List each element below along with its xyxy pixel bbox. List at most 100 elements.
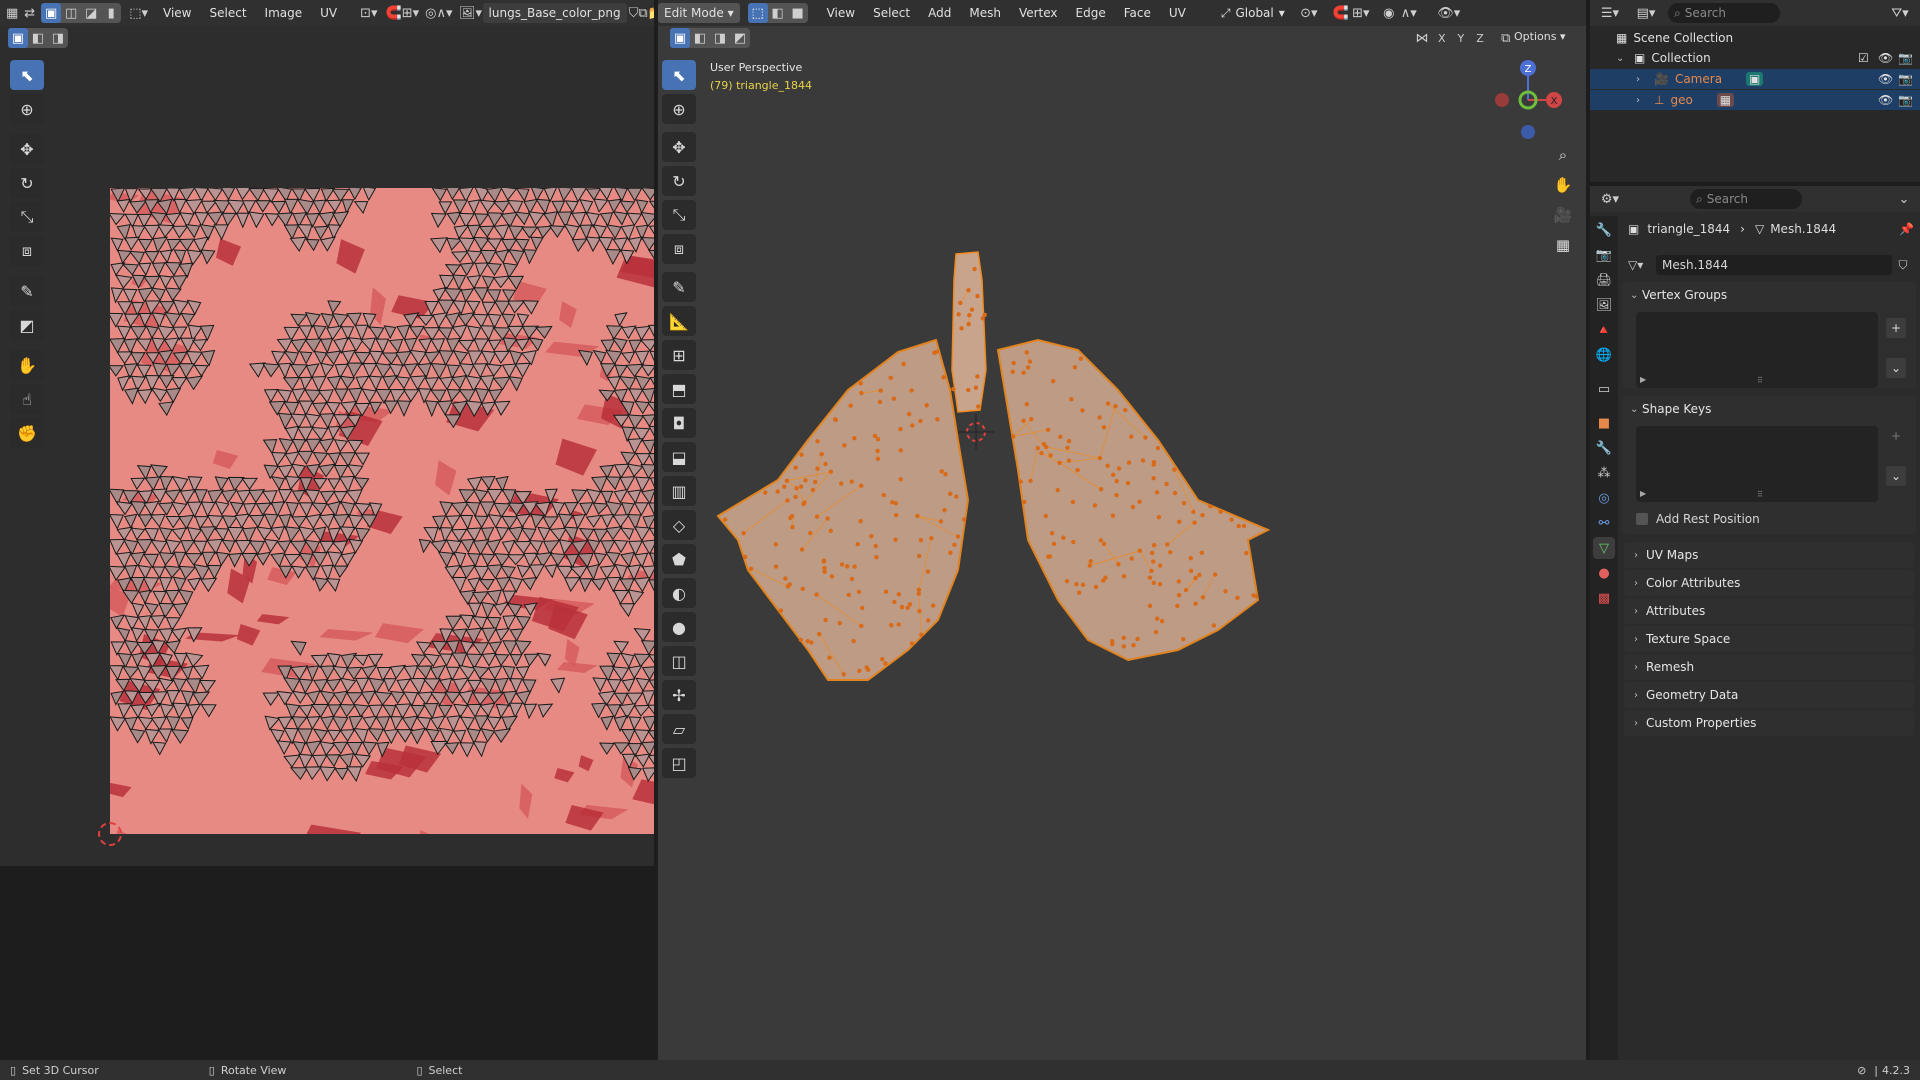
mirror-icon[interactable]: ⋈ [1412, 28, 1432, 48]
material-tab-icon[interactable]: ● [1593, 562, 1615, 584]
uv-tool-grab-icon[interactable]: ✋ [10, 350, 44, 380]
add-vertex-group-button[interactable]: + [1886, 318, 1906, 338]
shape-keys-header[interactable]: ⌄ Shape Keys [1622, 396, 1916, 422]
tool-rotate-icon[interactable]: ↻ [662, 166, 696, 196]
uv-tool-move-icon[interactable]: ✥ [10, 134, 44, 164]
uv-select-extend-icon[interactable]: ◧ [28, 28, 48, 48]
axis-z-toggle[interactable]: Z [1476, 32, 1484, 45]
viewport-menu-view[interactable]: View [818, 0, 864, 26]
uv-tool-cursor-icon[interactable]: ⊕ [10, 94, 44, 124]
add-shape-key-button[interactable]: + [1886, 426, 1906, 446]
scene-collection-row[interactable]: ▦ Scene Collection [1590, 28, 1920, 48]
mesh-browse-icon[interactable]: ▽▾ [1628, 258, 1656, 272]
new-image-icon[interactable]: ⧉ [638, 3, 647, 23]
texture-tab-icon[interactable]: ▩ [1593, 587, 1615, 609]
fake-user-shield-icon[interactable]: ⛉ [1892, 258, 1914, 273]
viewport-proportional-icon[interactable]: ◉ [1379, 3, 1399, 23]
uv-tool-transform-icon[interactable]: ⧈ [10, 236, 44, 266]
face-mode-icon[interactable]: ■ [788, 3, 808, 23]
tool-move-icon[interactable]: ✥ [662, 132, 696, 162]
object-tab-icon[interactable]: ■ [1593, 412, 1615, 434]
viewport-snap-icon[interactable]: 🧲 [1331, 3, 1351, 23]
uv-select-subtract-icon[interactable]: ◨ [48, 28, 68, 48]
shape-keys-menu-button[interactable]: ⌄ [1886, 466, 1906, 486]
auto-merge-icon[interactable]: ⧉ [1496, 28, 1516, 48]
camera-render-icon[interactable]: 📷 [1898, 72, 1913, 86]
viewport-zoom-icon[interactable]: ⌕ [1550, 142, 1576, 168]
chevron-right-icon[interactable]: › [1636, 95, 1648, 106]
output-tab-icon[interactable]: 🖨 [1593, 269, 1615, 291]
snap-icon[interactable]: 🧲 [386, 3, 402, 23]
vertex-groups-menu-button[interactable]: ⌄ [1886, 358, 1906, 378]
world-tab-icon[interactable]: 🌐 [1593, 344, 1615, 366]
tool-tab-icon[interactable]: 🔧 [1593, 219, 1615, 241]
proportional-edit-icon[interactable]: ◎ [425, 3, 436, 23]
collection-tab-icon[interactable]: ▭ [1593, 378, 1615, 400]
outliner-type-icon[interactable]: ☰▾ [1600, 3, 1620, 23]
image-name-field[interactable]: lungs_Base_color_png [482, 3, 627, 23]
vertex-select-icon[interactable]: ▣ [41, 3, 62, 23]
panel-geometry-data[interactable]: › Geometry Data [1624, 682, 1914, 708]
collection-eye-icon[interactable]: 👁 [1878, 51, 1893, 65]
edge-mode-icon[interactable]: ◧ [768, 3, 788, 23]
modifier-tab-icon[interactable]: 🔧 [1593, 437, 1615, 459]
fake-user-icon[interactable]: ⛉ [629, 3, 639, 23]
uv-tool-rip-icon[interactable]: ◩ [10, 310, 44, 340]
panel-attributes[interactable]: › Attributes [1624, 598, 1914, 624]
properties-type-icon[interactable]: ⚙▾ [1600, 189, 1620, 209]
viewport-menu-vertex[interactable]: Vertex [1010, 0, 1067, 26]
render-tab-icon[interactable]: 📷 [1593, 244, 1615, 266]
uv-menu-uv[interactable]: UV [311, 0, 346, 26]
navigation-gizmo[interactable]: Z X [1484, 56, 1564, 140]
mesh-name-field[interactable]: Mesh.1844 [1656, 255, 1892, 275]
outliner-item-camera[interactable]: › 🎥 Camera ▣ 👁 📷 [1590, 69, 1920, 89]
panel-uv-maps[interactable]: › UV Maps [1624, 542, 1914, 568]
data-tab-icon[interactable]: ▽ [1593, 537, 1615, 559]
add-rest-position-row[interactable]: Add Rest Position [1622, 508, 1916, 534]
editor-type-icon[interactable]: ▦ [6, 3, 18, 23]
panel-texture-space[interactable]: › Texture Space [1624, 626, 1914, 652]
collection-render-icon[interactable]: 📷 [1898, 51, 1913, 65]
camera-data-icon[interactable]: ▣ [1746, 72, 1764, 86]
vertex-groups-list[interactable]: ▶ ⠿ [1636, 312, 1878, 388]
viewport-snap-target-icon[interactable]: ⊞▾ [1351, 3, 1371, 23]
uv-tool-scale-icon[interactable]: ⤡ [10, 202, 44, 232]
lung-mesh[interactable] [658, 240, 1586, 840]
collection-row[interactable]: ⌄ ▣ Collection ☑ 👁 📷 [1590, 48, 1920, 68]
geo-eye-icon[interactable]: 👁 [1878, 93, 1893, 107]
uv-select-box-icon[interactable]: ▣ [8, 28, 28, 48]
constraints-tab-icon[interactable]: ⚯ [1593, 512, 1615, 534]
tool-scale-icon[interactable]: ⤡ [662, 200, 696, 230]
sticky-mode-icon[interactable]: ⬚▾ [129, 3, 148, 23]
viewport-select-box-icon[interactable]: ▣ [670, 28, 690, 48]
shape-keys-list[interactable]: ▶ ⠿ [1636, 426, 1878, 502]
add-rest-position-checkbox[interactable] [1636, 513, 1648, 525]
outliner-search-field[interactable]: ⌕ Search [1668, 3, 1780, 23]
outliner-item-geo[interactable]: › ⊥ geo ▦ 👁 📷 [1590, 90, 1920, 110]
transform-orientation-dropdown[interactable]: ⤢ Global ▾ [1221, 6, 1285, 21]
sync-selection-icon[interactable]: ⇄ [24, 3, 35, 23]
panel-custom-properties[interactable]: › Custom Properties [1624, 710, 1914, 736]
geo-mesh-icon[interactable]: ▦ [1716, 93, 1735, 107]
camera-view-icon[interactable]: 🎥 [1550, 202, 1576, 228]
face-select-icon[interactable]: ◪ [81, 3, 101, 23]
viewport-menu-face[interactable]: Face [1115, 0, 1160, 26]
list-resize-handle-icon[interactable]: ⠿ [1757, 490, 1763, 499]
list-expand-icon[interactable]: ▶ [1640, 489, 1646, 498]
chevron-right-icon[interactable]: › [1636, 74, 1648, 85]
uv-2d-cursor-icon[interactable] [98, 822, 122, 846]
mode-dropdown[interactable]: Edit Mode ▾ [658, 3, 740, 23]
pivot-icon[interactable]: ⊡▾ [360, 3, 377, 23]
list-resize-handle-icon[interactable]: ⠿ [1757, 376, 1763, 385]
display-mode-icon[interactable]: ▤▾ [1636, 3, 1656, 23]
tool-select-icon[interactable]: ⬉ [662, 60, 696, 90]
falloff-icon[interactable]: ∧▾ [437, 3, 453, 23]
viewport-select-invert-icon[interactable]: ◩ [730, 28, 750, 48]
tool-cursor-icon[interactable]: ⊕ [662, 94, 696, 124]
viewport-select-subtract-icon[interactable]: ◨ [710, 28, 730, 48]
viewport-menu-edge[interactable]: Edge [1067, 0, 1115, 26]
breadcrumb-pin-icon[interactable]: 📌 [1899, 222, 1914, 236]
particles-tab-icon[interactable]: ⁂ [1593, 462, 1615, 484]
options-dropdown[interactable]: Options ▾ [1514, 30, 1565, 43]
island-select-icon[interactable]: ▮ [101, 3, 121, 23]
